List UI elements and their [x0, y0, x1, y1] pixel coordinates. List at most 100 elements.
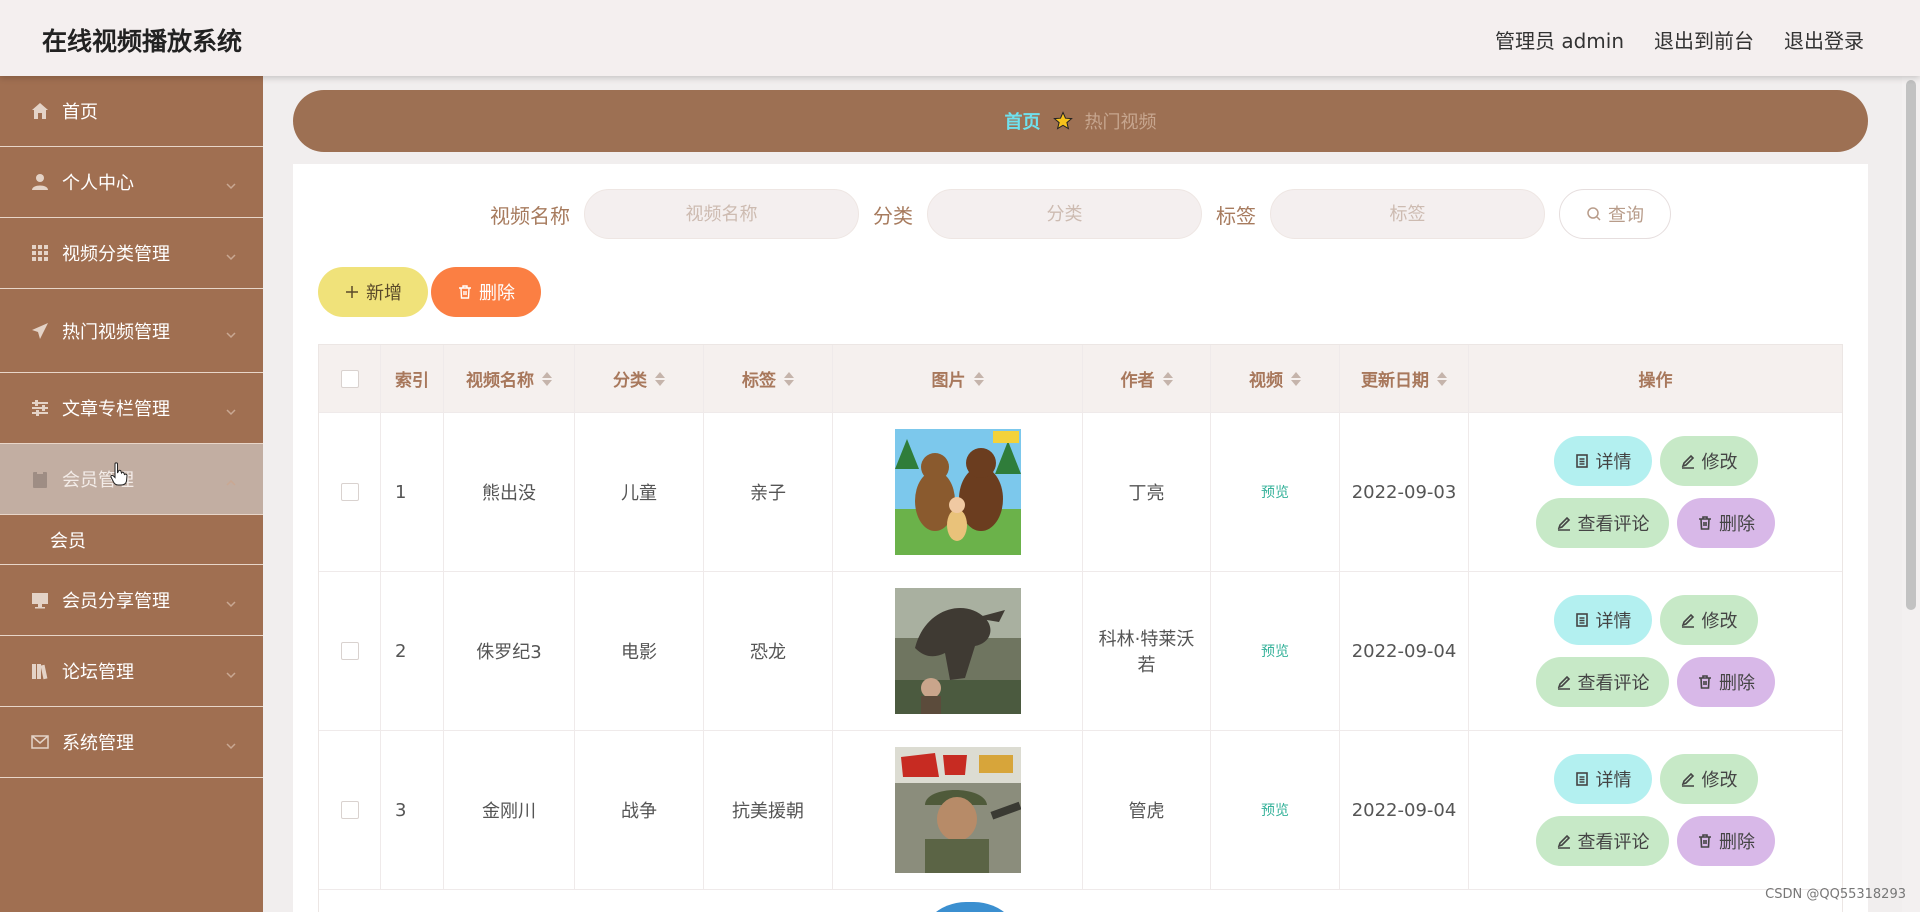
- page-scrollbar[interactable]: [1902, 76, 1920, 912]
- preview-link[interactable]: 预览: [1261, 482, 1289, 502]
- view-comments-button[interactable]: 查看评论: [1536, 657, 1669, 707]
- table-row: 1 熊出没 儿童 亲子 丁亮 预览 2022-09-03 详情 修改 查看评论 …: [319, 413, 1842, 572]
- app-title: 在线视频播放系统: [42, 27, 243, 56]
- preview-link[interactable]: 预览: [1261, 800, 1289, 820]
- tag-cell: 恐龙: [704, 572, 833, 730]
- video-name-cell: 侏罗纪3: [444, 572, 575, 730]
- detail-button[interactable]: 详情: [1553, 436, 1652, 486]
- chevron-down-icon: [225, 176, 237, 190]
- sidebar-item-home[interactable]: 首页: [0, 76, 263, 147]
- index-cell: 1: [381, 413, 444, 571]
- sidebar-item-article[interactable]: 文章专栏管理: [0, 373, 263, 444]
- chevron-down-icon: [225, 247, 237, 261]
- search-button[interactable]: 查询: [1559, 189, 1671, 239]
- breadcrumb: 首页 热门视频: [293, 90, 1868, 152]
- edit-button-label: 修改: [1701, 611, 1738, 632]
- column-author[interactable]: 作者: [1083, 345, 1211, 412]
- sidebar-item-member[interactable]: 会员管理: [0, 444, 263, 515]
- row-delete-button[interactable]: 删除: [1677, 816, 1775, 866]
- edit-button[interactable]: 修改: [1659, 436, 1758, 486]
- chevron-up-icon: [225, 473, 237, 486]
- tag-cell: 亲子: [704, 413, 833, 571]
- sidebar-item-personal-center[interactable]: 个人中心: [0, 147, 263, 218]
- edit-button[interactable]: 修改: [1659, 754, 1758, 804]
- row-checkbox[interactable]: [340, 642, 359, 660]
- sort-icon: [655, 371, 665, 386]
- batch-delete-button-label: 删除: [479, 283, 515, 304]
- add-button[interactable]: 新增: [318, 267, 428, 317]
- clipboard-icon: [30, 469, 50, 489]
- row-delete-button[interactable]: 删除: [1677, 657, 1775, 707]
- dinosaur-movie-thumbnail[interactable]: [894, 588, 1021, 714]
- exit-to-frontend-link[interactable]: 退出到前台: [1654, 25, 1754, 54]
- sidebar-item-forum[interactable]: 论坛管理: [0, 636, 263, 707]
- sidebar-item-video-category[interactable]: 视频分类管理: [0, 218, 263, 289]
- table-row: 3 金刚川 战争 抗美援朝 管虎 预览 2022-09-04 详情 修改 查看评…: [319, 731, 1842, 890]
- column-operations: 操作: [1469, 345, 1842, 412]
- books-icon: [30, 661, 50, 681]
- column-video[interactable]: 视频: [1211, 345, 1340, 412]
- video-name-input[interactable]: [584, 189, 859, 239]
- row-operations: 详情 修改 查看评论 删除: [1536, 436, 1775, 548]
- war-movie-poster-thumbnail[interactable]: [894, 747, 1021, 873]
- pencil-icon: [1681, 613, 1694, 628]
- column-label: 索引: [395, 371, 429, 391]
- sidebar: 首页 个人中心 视频分类管理 热门视频管理 文章专栏管理 会员管理 会员 会员分…: [0, 76, 263, 912]
- table-row: 2 侏罗纪3 电影 恐龙 科林·特莱沃若 预览 2022-09-04 详情 修改…: [319, 572, 1842, 731]
- column-index: 索引: [381, 345, 444, 412]
- preview-link[interactable]: 预览: [1261, 641, 1289, 661]
- edit-button-label: 修改: [1701, 452, 1738, 473]
- scrollbar-thumb[interactable]: [1906, 80, 1916, 610]
- category-input[interactable]: [927, 189, 1202, 239]
- column-video-name[interactable]: 视频名称: [444, 345, 575, 412]
- view-comments-button[interactable]: 查看评论: [1536, 816, 1669, 866]
- row-checkbox[interactable]: [340, 801, 359, 819]
- operations-cell: 详情 修改 查看评论 删除: [1469, 731, 1842, 889]
- column-image[interactable]: 图片: [833, 345, 1083, 412]
- edit-button[interactable]: 修改: [1659, 595, 1758, 645]
- logout-link[interactable]: 退出登录: [1784, 25, 1864, 54]
- ops-line: 查看评论 删除: [1536, 498, 1775, 548]
- sidebar-item-hot-video[interactable]: 热门视频管理: [0, 289, 263, 373]
- breadcrumb-current: 热门视频: [1084, 112, 1157, 133]
- row-checkbox[interactable]: [340, 483, 359, 501]
- update-date-cell: 2022-09-04: [1340, 572, 1469, 730]
- column-update-date[interactable]: 更新日期: [1340, 345, 1469, 412]
- main-content: 首页 热门视频 视频名称 分类 标签 查询 新增 删除: [263, 76, 1920, 912]
- select-all-checkbox[interactable]: [340, 369, 359, 388]
- detail-button[interactable]: 详情: [1553, 754, 1652, 804]
- detail-button[interactable]: 详情: [1553, 595, 1652, 645]
- pencil-icon: [1557, 675, 1570, 690]
- sidebar-subitem-member[interactable]: 会员: [0, 515, 263, 565]
- document-icon: [1575, 613, 1588, 627]
- pencil-icon: [1681, 772, 1694, 787]
- view-comments-button[interactable]: 查看评论: [1536, 498, 1669, 548]
- batch-delete-button[interactable]: 删除: [431, 267, 541, 317]
- update-date-cell: 2022-09-04: [1340, 731, 1469, 889]
- row-delete-button-label: 删除: [1719, 514, 1755, 535]
- column-category[interactable]: 分类: [575, 345, 704, 412]
- chevron-down-icon: [225, 665, 237, 679]
- top-header: 在线视频播放系统 管理员 admin 退出到前台 退出登录: [0, 0, 1920, 76]
- row-delete-button-label: 删除: [1719, 832, 1755, 853]
- tag-input[interactable]: [1270, 189, 1545, 239]
- action-bar: 新增 删除: [318, 267, 541, 317]
- column-tag[interactable]: 标签: [704, 345, 833, 412]
- sidebar-item-member-share[interactable]: 会员分享管理: [0, 565, 263, 636]
- sidebar-item-label: 论坛管理: [62, 662, 134, 683]
- view-comments-button-label: 查看评论: [1577, 514, 1650, 535]
- row-delete-button[interactable]: 删除: [1677, 498, 1775, 548]
- ops-line: 查看评论 删除: [1536, 816, 1775, 866]
- row-operations: 详情 修改 查看评论 删除: [1536, 595, 1775, 707]
- cartoon-bears-thumbnail[interactable]: [894, 429, 1021, 555]
- sort-icon: [542, 371, 552, 386]
- content-panel: 视频名称 分类 标签 查询 新增 删除 索引: [293, 164, 1868, 912]
- select-all-cell: [319, 345, 381, 412]
- ops-line: 详情 修改: [1553, 436, 1758, 486]
- column-label: 更新日期: [1361, 371, 1429, 391]
- sidebar-item-label: 系统管理: [62, 733, 134, 754]
- grid-icon: [30, 243, 50, 263]
- sidebar-item-system[interactable]: 系统管理: [0, 707, 263, 778]
- sliders-icon: [30, 398, 50, 418]
- breadcrumb-home-link[interactable]: 首页: [1005, 108, 1041, 134]
